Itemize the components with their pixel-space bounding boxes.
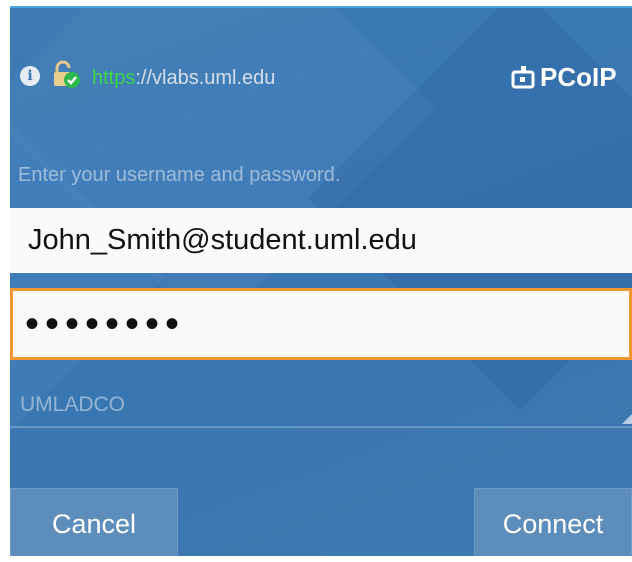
domain-value: UMLADCO <box>20 393 126 416</box>
url-host: ://vlabs.uml.edu <box>135 67 276 89</box>
address-bar: i https://vlabs.uml.edu PCoIP <box>10 56 632 100</box>
dropdown-arrow-icon <box>622 410 632 424</box>
login-prompt: Enter your username and password. <box>18 164 341 186</box>
connect-button[interactable]: Connect <box>474 488 632 556</box>
url-scheme: https <box>92 67 136 89</box>
brand-name: PCoIP <box>540 61 617 92</box>
brand-logo: PCoIP <box>510 60 617 94</box>
divider <box>10 426 632 428</box>
cancel-button[interactable]: Cancel <box>10 488 178 556</box>
password-field[interactable] <box>10 288 632 360</box>
domain-dropdown[interactable]: UMLADCO <box>10 384 632 428</box>
lock-check-icon[interactable] <box>50 60 82 90</box>
url-text: https://vlabs.uml.edu <box>92 66 275 90</box>
username-field[interactable] <box>10 208 632 273</box>
info-icon[interactable]: i <box>20 66 40 86</box>
login-screen: i https://vlabs.uml.edu PCoIP Enter your… <box>10 6 632 556</box>
pcoip-logo-icon <box>511 66 535 89</box>
